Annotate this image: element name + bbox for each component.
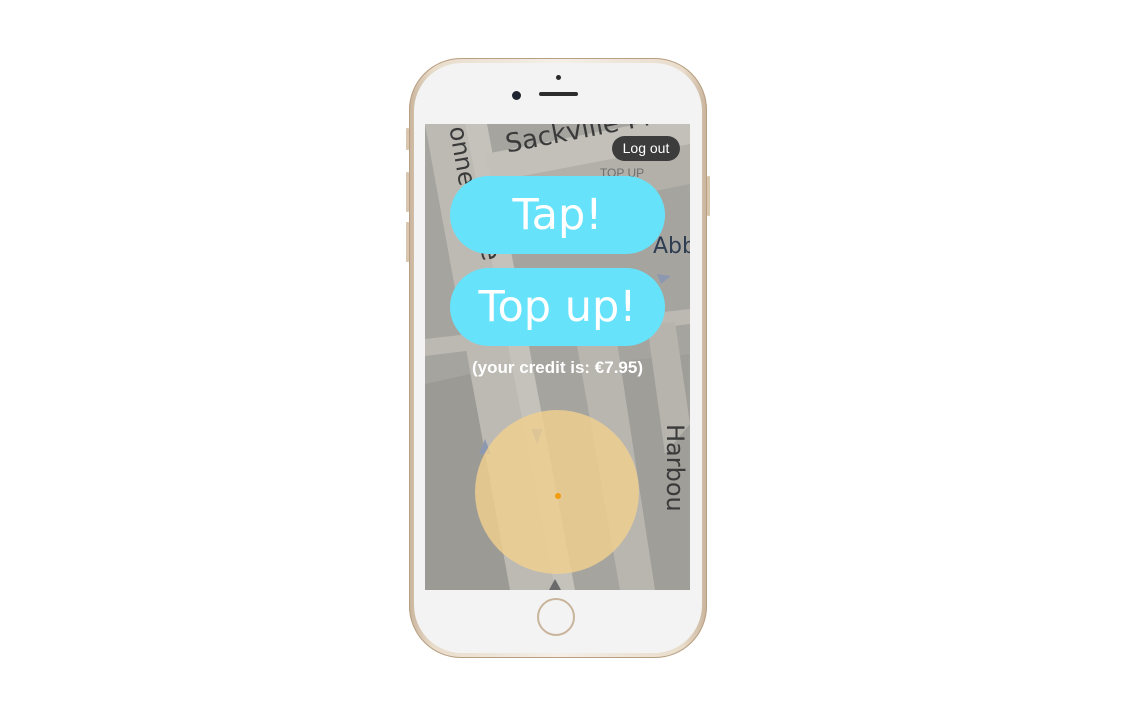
logout-button[interactable]: Log out	[612, 136, 680, 161]
earpiece-speaker	[539, 92, 578, 96]
volume-down-button	[406, 222, 409, 262]
accuracy-circle	[475, 410, 639, 574]
side-button	[406, 128, 409, 150]
location-dot	[555, 493, 561, 499]
power-button	[707, 176, 710, 216]
front-camera	[512, 91, 521, 100]
map-label-harbour: Harbou	[661, 424, 689, 512]
proximity-sensor	[556, 75, 561, 80]
map-label-abbey: Abb	[653, 234, 690, 259]
credit-balance-text: (your credit is: €7.95)	[471, 358, 643, 377]
topup-button[interactable]: Top up!	[450, 268, 665, 346]
volume-up-button	[406, 172, 409, 212]
home-button[interactable]	[537, 598, 575, 636]
tap-button[interactable]: Tap!	[450, 176, 665, 254]
